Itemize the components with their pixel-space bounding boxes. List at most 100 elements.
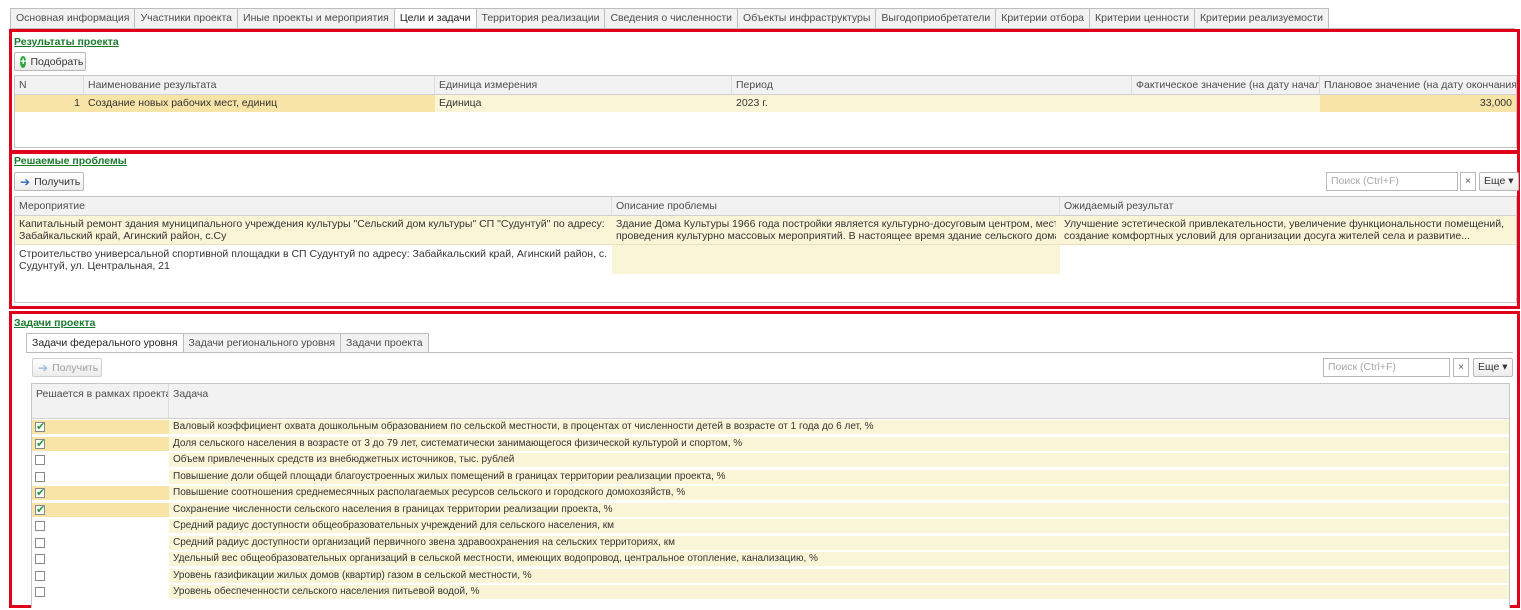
problem-row2-event-line1: Строительство универсальной спортивной п… (19, 248, 608, 260)
task-row[interactable]: Доля сельского населения в возрасте от 3… (32, 436, 1509, 451)
task-row[interactable]: Валовый коэффициент охвата дошкольным об… (32, 420, 1509, 434)
task-text: Удельный вес общеобразовательных организ… (169, 552, 1509, 566)
task-check-cell (32, 569, 169, 583)
task-check-cell (32, 519, 169, 533)
task-checkbox[interactable] (35, 437, 45, 451)
task-text: Доля сельского населения в возрасте от 3… (169, 436, 1509, 451)
problem-row1-event: Капитальный ремонт здания муниципального… (15, 216, 612, 244)
tab-feasibility-criteria[interactable]: Критерии реализуемости (1194, 8, 1329, 29)
col-expected-result: Ожидаемый результат (1064, 200, 1174, 212)
row-n: 1 (15, 95, 84, 112)
tab-value-criteria[interactable]: Критерии ценности (1090, 8, 1195, 29)
problem-row1-result-line2: создание комфортных условий для организа… (1064, 230, 1471, 242)
pick-button[interactable]: + Подобрать (14, 52, 86, 71)
col-problem-desc: Описание проблемы (612, 197, 1060, 215)
problems-more-button[interactable]: Еще ▾ (1479, 172, 1519, 191)
get-tasks-button-label: Получить (52, 361, 99, 374)
tab-territory[interactable]: Территория реализации (476, 8, 606, 29)
task-text: Повышение соотношения среднемесячных рас… (169, 486, 1509, 500)
tab-participants[interactable]: Участники проекта (135, 8, 239, 29)
arrow-icon: ➔ (38, 360, 49, 375)
row-unit: Единица (439, 97, 482, 109)
col-event: Мероприятие (15, 197, 612, 215)
task-checkbox[interactable] (35, 521, 45, 531)
problem-row1-event-line2: Забайкальский край, Агинский район, с.Су (19, 230, 227, 242)
col-n: N (15, 76, 84, 94)
problem-row1-desc-line1: Здание Дома Культуры 1966 года постройки… (616, 218, 1056, 230)
tab-goals-tasks[interactable]: Цели и задачи (394, 8, 477, 29)
table-row[interactable]: 1 Создание новых рабочих мест, единиц Ед… (15, 95, 1516, 112)
problem-row1-desc-line2: проведения культурно массовых мероприяти… (616, 230, 1056, 242)
task-check-cell (32, 453, 169, 467)
task-text: Объем привлеченных средств из внебюджетн… (169, 453, 1509, 467)
task-text: Средний радиус доступности организаций п… (169, 535, 1509, 550)
task-row[interactable]: Сохранение численности сельского населен… (32, 502, 1509, 517)
task-checkbox[interactable] (35, 537, 45, 548)
table-row[interactable]: Строительство универсальной спортивной п… (15, 245, 1516, 274)
subtab-regional-tasks[interactable]: Задачи регионального уровня (183, 333, 342, 353)
tab-main-info[interactable]: Основная информация (10, 8, 136, 29)
task-checkbox[interactable] (35, 570, 45, 581)
row-planned: 33,000 (1320, 95, 1516, 112)
task-row[interactable]: Удельный вес общеобразовательных организ… (32, 552, 1509, 566)
problems-table: Мероприятие Описание проблемы Ожидаемый … (14, 196, 1517, 303)
task-row[interactable]: Объем привлеченных средств из внебюджетн… (32, 453, 1509, 467)
problem-row2-event-line2: Судунтуй, ул. Центральная, 21 (19, 260, 170, 272)
plus-icon: + (20, 55, 27, 68)
get-tasks-button[interactable]: ➔ Получить (32, 358, 102, 377)
task-checkbox[interactable] (35, 420, 45, 434)
subtab-divider (26, 352, 1513, 353)
pick-button-label: Подобрать (30, 55, 84, 68)
tasks-section-title[interactable]: Задачи проекта (14, 317, 95, 329)
tasks-search-input[interactable]: Поиск (Ctrl+F) (1323, 358, 1450, 377)
problem-row1-event-line1: Капитальный ремонт здания муниципального… (19, 218, 605, 230)
problems-search-input[interactable]: Поиск (Ctrl+F) (1326, 172, 1458, 191)
tab-infrastructure[interactable]: Объекты инфраструктуры (738, 8, 877, 29)
task-check-cell (32, 486, 169, 500)
task-checkbox[interactable] (35, 471, 45, 482)
task-checkbox[interactable] (35, 554, 45, 564)
col-period: Период (732, 76, 1132, 94)
subtab-project-tasks[interactable]: Задачи проекта (341, 333, 429, 353)
col-unit: Единица измерения (435, 76, 732, 94)
col-solved-in-project: Решается в рамках проекта (32, 384, 169, 418)
results-table-header: N Наименование результата Единица измере… (15, 76, 1516, 95)
row-actual (1132, 95, 1320, 112)
tasks-subtab-bar: Задачи федерального уровня Задачи регион… (26, 333, 429, 353)
task-row[interactable]: Повышение доли общей площади благоустрое… (32, 469, 1509, 484)
problem-row2-event: Строительство универсальной спортивной п… (15, 245, 612, 274)
task-check-cell (32, 552, 169, 566)
task-checkbox[interactable] (35, 503, 45, 517)
tasks-clear-search-button[interactable]: × (1453, 358, 1469, 377)
task-row[interactable]: Средний радиус доступности общеобразоват… (32, 519, 1509, 533)
results-table: N Наименование результата Единица измере… (14, 75, 1517, 148)
task-checkbox[interactable] (35, 587, 45, 597)
tab-beneficiaries[interactable]: Выгодоприобретатели (876, 8, 997, 29)
task-text: Валовый коэффициент охвата дошкольным об… (169, 420, 1509, 434)
subtab-federal-tasks[interactable]: Задачи федерального уровня (26, 333, 184, 353)
arrow-icon: ➔ (20, 174, 31, 189)
tasks-table-header: Решается в рамках проекта Задача (32, 384, 1509, 419)
col-task: Задача (173, 388, 209, 400)
problems-section-title[interactable]: Решаемые проблемы (14, 155, 127, 167)
tab-selection-criteria[interactable]: Критерии отбора (996, 8, 1090, 29)
task-text: Уровень газификации жилых домов (квартир… (169, 568, 1509, 583)
results-section-title[interactable]: Результаты проекта (14, 36, 119, 48)
task-row[interactable]: Уровень газификации жилых домов (квартир… (32, 568, 1509, 583)
task-checkbox[interactable] (35, 486, 45, 500)
get-problems-button-label: Получить (34, 175, 81, 188)
task-check-cell (32, 420, 169, 434)
problems-clear-search-button[interactable]: × (1460, 172, 1476, 191)
problem-row1-desc: Здание Дома Культуры 1966 года постройки… (612, 216, 1060, 244)
table-row[interactable]: Капитальный ремонт здания муниципального… (15, 216, 1516, 245)
task-check-cell (32, 585, 169, 599)
tab-other-projects[interactable]: Иные проекты и мероприятия (238, 8, 395, 29)
task-row[interactable]: Повышение соотношения среднемесячных рас… (32, 486, 1509, 500)
task-checkbox[interactable] (35, 455, 45, 465)
tab-population[interactable]: Сведения о численности (605, 8, 739, 29)
tasks-more-button[interactable]: Еще ▾ (1473, 358, 1513, 377)
get-problems-button[interactable]: ➔ Получить (14, 172, 84, 191)
problem-row2-result (1060, 245, 1516, 274)
task-row[interactable]: Уровень обеспеченности сельского населен… (32, 585, 1509, 599)
task-row[interactable]: Средний радиус доступности организаций п… (32, 535, 1509, 550)
